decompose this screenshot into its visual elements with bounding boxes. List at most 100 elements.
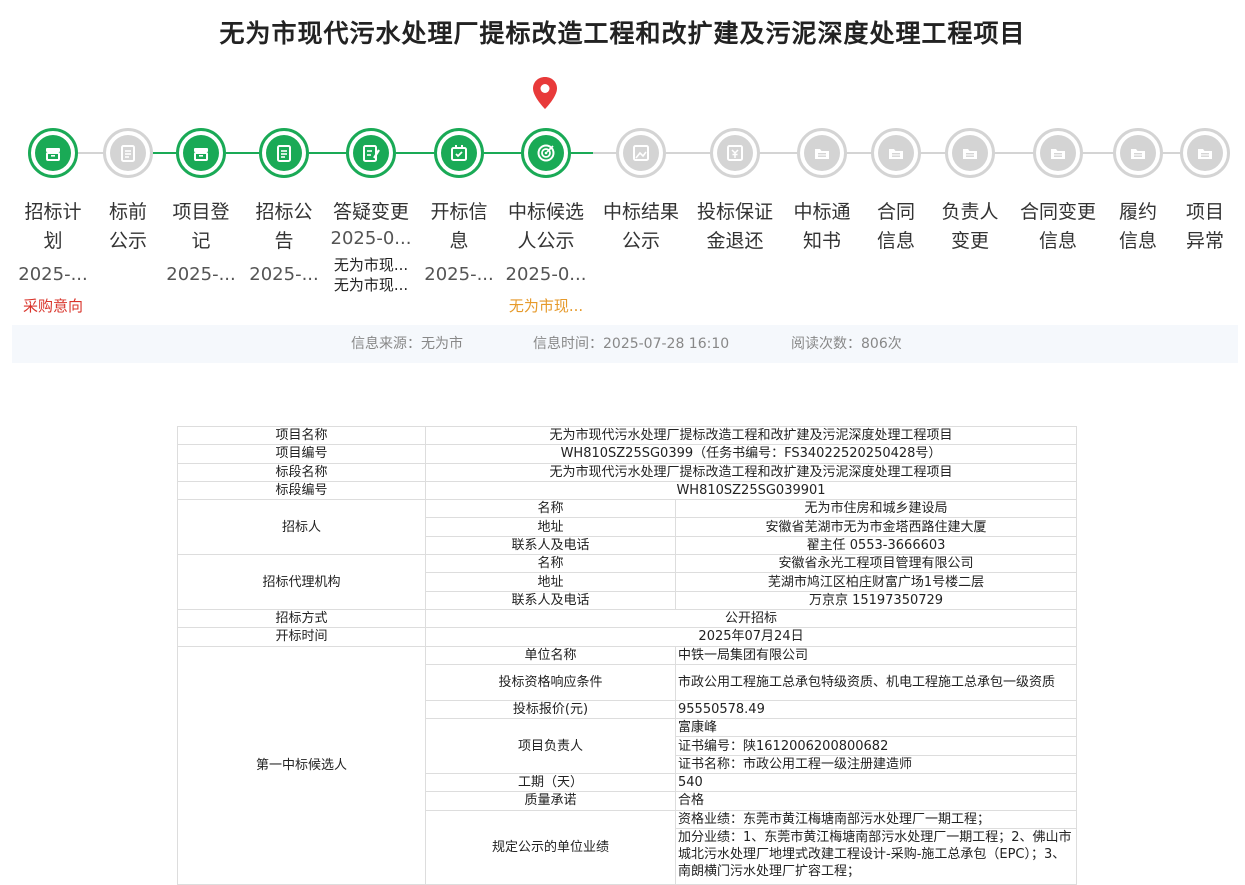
step-label-line: 划 (43, 230, 63, 252)
step-label[interactable]: 中标通 知书 (787, 198, 857, 256)
info-bar: 信息来源：无为市 信息时间：2025-07-28 16:10 阅读次数：806次 (12, 325, 1238, 363)
step-label-line: 负责人 (941, 201, 999, 223)
table-row: 项目编号 WH810SZ25SG0399（任务书编号：FS340225202504… (177, 444, 1078, 464)
document-icon (266, 135, 302, 171)
folder-icon (1120, 135, 1156, 171)
cell-label: 投标资格响应条件 (425, 663, 676, 701)
step-label-line: 投标保证 (696, 201, 773, 223)
table-row: 招标人 名称 无为市住房和城乡建设局 (177, 499, 1078, 556)
step-label[interactable]: 中标候选 人公示 (501, 198, 591, 256)
step-node[interactable] (434, 128, 484, 178)
step-node[interactable] (346, 128, 396, 178)
step-date: 2025-... (249, 264, 319, 285)
info-source: 信息来源：无为市 (351, 336, 463, 352)
folder-icon (804, 135, 840, 171)
table-row: 开标时间 2025年07月24日 (177, 627, 1078, 647)
cell-label: 名称 (425, 499, 676, 519)
step-note[interactable]: 无为市现... (496, 295, 596, 316)
step-node[interactable] (616, 128, 666, 178)
step-node[interactable] (1033, 128, 1083, 178)
target-icon (528, 135, 564, 171)
cell-label: 招标代理机构 (177, 554, 426, 610)
cell-value: 无为市住房和城乡建设局 (674, 499, 1078, 519)
location-pin-icon (533, 77, 557, 109)
cell-label: 地址 (425, 572, 676, 592)
step-label[interactable]: 履约 信息 (1113, 198, 1163, 256)
step-label[interactable]: 负责人 变更 (935, 198, 1005, 256)
cell-value: 万京京 15197350729 (674, 590, 1078, 610)
cell-label: 投标报价(元) (425, 699, 676, 720)
folder-icon (1187, 135, 1223, 171)
step-node[interactable] (710, 128, 760, 178)
cell-value: 资格业绩：东莞市黄江梅塘南部污水处理厂一期工程； (674, 809, 1078, 829)
step-label-line: 招标计 (24, 201, 82, 223)
step-label-line: 合同 (876, 201, 915, 223)
cell-value: 2025年07月24日 (424, 627, 1078, 647)
timeline-connector (78, 152, 103, 154)
step-node[interactable] (945, 128, 995, 178)
image-icon (623, 135, 659, 171)
folder-icon (1040, 135, 1076, 171)
cell-label: 项目编号 (177, 444, 426, 464)
step-node[interactable] (103, 128, 153, 178)
step-label[interactable]: 投标保证 金退还 (690, 198, 780, 256)
step-label-line: 公示 (621, 230, 660, 252)
timeline-connector (666, 152, 710, 154)
step-label-line: 信息 (876, 230, 915, 252)
step-date: 2025-... (424, 264, 494, 285)
cell-label: 规定公示的单位业绩 (425, 809, 676, 885)
step-label-line: 公示 (108, 230, 147, 252)
folder-icon (878, 135, 914, 171)
cell-label: 招标方式 (177, 608, 426, 629)
step-label-line: 答疑变更 (332, 201, 409, 223)
step-label[interactable]: 合同变更 信息 (1013, 198, 1103, 256)
step-note[interactable]: 采购意向 (3, 295, 103, 316)
cell-label: 地址 (425, 517, 676, 537)
cell-value: 证书名称：市政公用工程一级注册建造师 (674, 754, 1078, 775)
cell-value: 加分业绩：1、东莞市黄江梅塘南部污水处理厂一期工程；2、佛山市城北污水处理厂地埋… (674, 827, 1078, 885)
step-node[interactable] (28, 128, 78, 178)
step-label[interactable]: 中标结果 公示 (596, 198, 686, 256)
cell-label: 招标人 (177, 499, 426, 556)
step-sub-link[interactable]: 无为市现... (321, 254, 421, 275)
step-date: 2025-... (18, 264, 88, 285)
step-label[interactable]: 开标信息 (424, 198, 494, 256)
step-label[interactable]: 项目 异常 (1180, 198, 1230, 256)
table-row: 招标代理机构 名称 安徽省永光工程项目管理有限公司 (177, 554, 1078, 610)
step-label-line: 变更 (950, 230, 989, 252)
step-node[interactable] (1113, 128, 1163, 178)
cell-value: WH810SZ25SG039901 (424, 480, 1078, 501)
step-node[interactable] (871, 128, 921, 178)
cell-value: 富康峰 (674, 718, 1078, 738)
step-node[interactable] (259, 128, 309, 178)
cell-value: 证书编号：陕1612006200800682 (674, 736, 1078, 756)
progress-timeline: 招标计划 2025-... 采购意向 标前 公示 项目登记 2025-... 招标公告 2025… (0, 120, 1245, 320)
calendar-check-icon (441, 135, 477, 171)
step-label-line: 告 (274, 230, 294, 252)
step-label-line: 履约 (1118, 201, 1157, 223)
step-label[interactable]: 合同 信息 (871, 198, 921, 256)
step-label[interactable]: 招标计划 (18, 198, 88, 256)
document-icon (110, 135, 146, 171)
step-date: 2025-0... (505, 264, 587, 285)
step-node[interactable] (521, 128, 571, 178)
timeline-connector (921, 152, 945, 154)
step-node[interactable] (1180, 128, 1230, 178)
step-label-line: 招标公 (255, 201, 313, 223)
cell-value: 安徽省芜湖市无为市金塔西路住建大厦 (674, 517, 1078, 537)
cell-value: 翟主任 0553-3666603 (674, 535, 1078, 556)
step-node[interactable] (176, 128, 226, 178)
cell-label: 联系人及电话 (425, 590, 676, 610)
step-node[interactable] (797, 128, 847, 178)
step-label[interactable]: 招标公告 (249, 198, 319, 256)
info-time: 信息时间：2025-07-28 16:10 (533, 336, 730, 352)
cell-label: 开标时间 (177, 627, 426, 647)
step-sub-link[interactable]: 无为市现... (321, 274, 421, 295)
table-row: 标段名称 无为市现代污水处理厂提标改造工程和改扩建及污泥深度处理工程项目 (177, 462, 1078, 482)
step-label-line: 中标结果 (602, 201, 679, 223)
detail-table: 项目名称 无为市现代污水处理厂提标改造工程和改扩建及污泥深度处理工程项目 项目编号… (177, 425, 1078, 885)
step-label[interactable]: 答疑变更 (326, 198, 416, 227)
table-row: 项目名称 无为市现代污水处理厂提标改造工程和改扩建及污泥深度处理工程项目 (177, 425, 1078, 446)
step-label[interactable]: 项目登记 (166, 198, 236, 256)
step-label[interactable]: 标前 公示 (103, 198, 153, 256)
